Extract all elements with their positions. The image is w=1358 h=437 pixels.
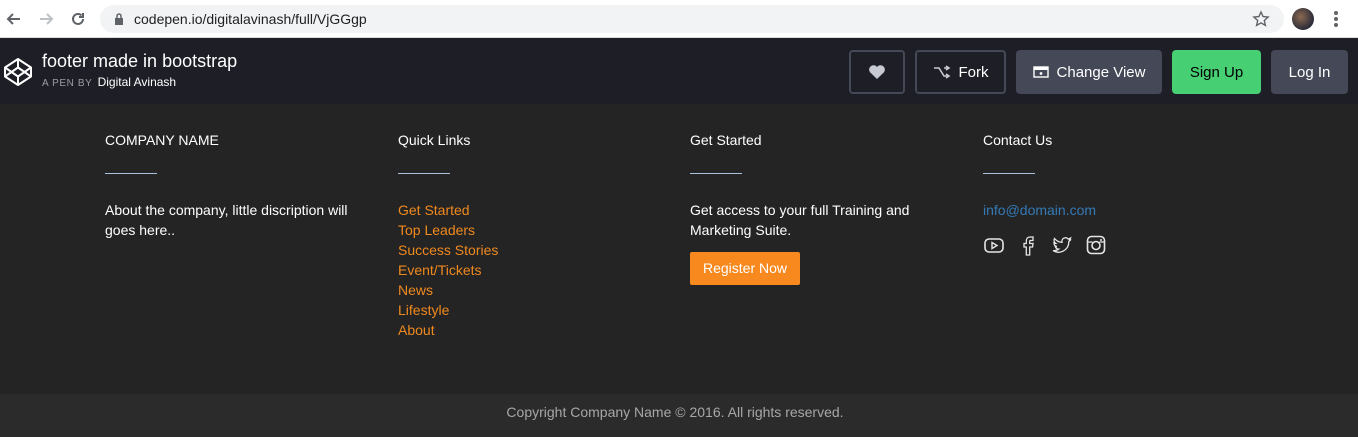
contact-email-link[interactable]: info@domain.com [983,200,1183,220]
browser-menu-icon[interactable] [1328,8,1344,30]
instagram-icon[interactable] [1085,234,1107,256]
facebook-icon[interactable] [1017,234,1039,256]
back-button[interactable] [2,7,26,31]
get-started-column: Get Started Get access to your full Trai… [690,132,930,285]
link-news[interactable]: News [398,280,598,300]
heading-divider [983,173,1035,174]
address-bar[interactable]: codepen.io/digitalavinash/full/VjGGgp [100,5,1284,33]
change-view-button[interactable]: Change View [1016,50,1162,94]
bookmark-star-icon[interactable] [1252,10,1270,28]
get-started-heading: Get Started [690,132,762,148]
back-arrow-icon [6,13,20,25]
codepen-header: footer made in bootstrap A PEN BY Digita… [0,38,1358,104]
company-heading: COMPANY NAME [105,132,219,148]
change-view-icon [1032,66,1049,78]
heading-divider [105,173,157,174]
forward-button[interactable] [34,7,58,31]
link-top-leaders[interactable]: Top Leaders [398,220,598,240]
youtube-icon[interactable] [983,234,1005,256]
pen-author[interactable]: Digital Avinash [98,75,177,89]
change-view-label: Change View [1056,63,1146,81]
log-in-button[interactable]: Log In [1271,50,1348,94]
heart-icon [869,65,885,79]
link-get-started[interactable]: Get Started [398,200,598,220]
quick-links-column: Quick Links Get Started Top Leaders Succ… [398,132,598,340]
quick-links-list: Get Started Top Leaders Success Stories … [398,200,598,340]
social-icons [983,234,1183,256]
copyright-text: Copyright Company Name © 2016. All right… [506,404,844,420]
link-lifestyle[interactable]: Lifestyle [398,300,598,320]
codepen-logo-icon[interactable] [2,56,34,88]
url-text: codepen.io/digitalavinash/full/VjGGgp [134,11,367,27]
site-footer: COMPANY NAME About the company, little d… [0,104,1358,394]
fork-icon [933,65,950,79]
contact-column: Contact Us info@domain.com [983,132,1183,256]
company-description: About the company, little discription wi… [105,202,348,238]
copyright-bar: Copyright Company Name © 2016. All right… [0,394,1358,437]
twitter-icon[interactable] [1051,234,1073,256]
browser-toolbar: codepen.io/digitalavinash/full/VjGGgp [0,0,1358,38]
fork-label: Fork [958,63,989,81]
quick-links-heading: Quick Links [398,132,471,148]
sign-up-button[interactable]: Sign Up [1172,50,1261,94]
reload-button[interactable] [66,7,90,31]
link-event-tickets[interactable]: Event/Tickets [398,260,598,280]
pen-by-label: A PEN BY [42,78,93,89]
link-about[interactable]: About [398,320,598,340]
get-started-text: Get access to your full Training and Mar… [690,202,910,238]
contact-heading: Contact Us [983,132,1053,148]
profile-avatar[interactable] [1292,8,1314,30]
forward-arrow-icon [40,13,54,25]
company-column: COMPANY NAME About the company, little d… [105,132,365,240]
lock-icon [115,13,123,25]
heart-button[interactable] [849,50,905,94]
link-success-stories[interactable]: Success Stories [398,240,598,260]
heading-divider [690,173,742,174]
register-now-button[interactable]: Register Now [690,252,801,285]
heading-divider [398,173,450,174]
pen-byline: A PEN BY Digital Avinash [42,75,176,89]
pen-title[interactable]: footer made in bootstrap [42,51,237,72]
fork-button[interactable]: Fork [915,50,1006,94]
reload-icon [72,12,84,25]
